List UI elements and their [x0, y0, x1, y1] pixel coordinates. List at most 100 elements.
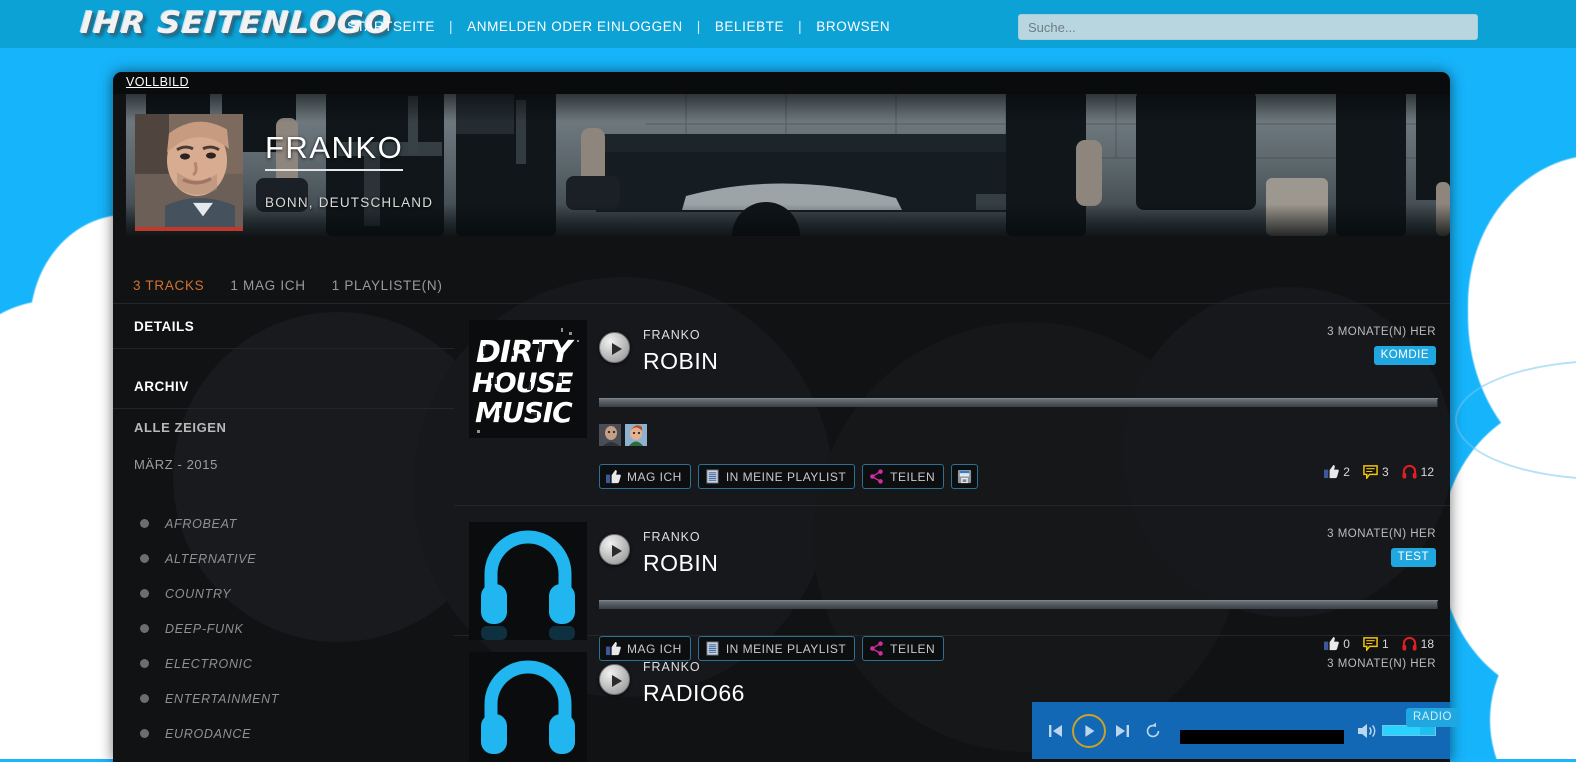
track-genre-badge[interactable]: TEST: [1390, 548, 1436, 567]
play-pause-button[interactable]: [1072, 713, 1106, 748]
save-button[interactable]: [951, 464, 979, 489]
track-artwork[interactable]: DIRTY HOUSE MUSIC: [469, 320, 587, 438]
stat-plays: 12: [1402, 464, 1434, 479]
sidebar-section-details[interactable]: DETAILS: [113, 304, 454, 349]
main-navigation: STARTSEITE | ANMELDEN ODER EINLOGGEN | B…: [347, 19, 890, 34]
genre-label: AFROBEAT: [165, 516, 238, 531]
page-title: FRANKO: [265, 130, 404, 171]
fullscreen-bar: VOLLBILD: [113, 72, 1450, 94]
track-title[interactable]: ROBIN: [643, 348, 718, 375]
sidebar-section-archiv[interactable]: ARCHIV: [113, 364, 454, 409]
track-timestamp: 3 MONATE(N) HER: [1327, 528, 1436, 540]
track-stats: 2 3 12: [1324, 464, 1434, 479]
tab-likes[interactable]: 1 MAG ICH: [230, 278, 305, 293]
fullscreen-link[interactable]: VOLLBILD: [126, 75, 189, 89]
playback-progress-bar[interactable]: [1180, 729, 1344, 744]
listener-avatar-graphic: [625, 424, 647, 446]
track-row: FRANKO ROBIN 3 MONATE(N) HER TEST MAG IC…: [454, 506, 1450, 661]
track-genre-badge[interactable]: KOMDIE: [1373, 346, 1436, 365]
playlist-label: IN MEINE PLAYLIST: [725, 469, 847, 484]
bullet-icon: [140, 694, 149, 703]
sidebar-item-month[interactable]: MÄRZ - 2015: [113, 446, 454, 482]
thumbs-up-icon: [1324, 464, 1340, 479]
share-icon: [870, 469, 883, 484]
track-actions: MAG ICH IN MEINE PLAYLIST TEILEN: [599, 464, 979, 489]
bullet-icon: [140, 659, 149, 668]
tab-playlists[interactable]: 1 PLAYLISTE(N): [332, 278, 443, 293]
track-row: DIRTY HOUSE MUSIC FRANKO ROBIN 3 MONATE(…: [454, 304, 1450, 506]
track-artist: FRANKO: [643, 530, 701, 544]
play-button[interactable]: [599, 664, 630, 695]
headphones-artwork: [469, 652, 587, 762]
volume-level: [1383, 726, 1421, 735]
genre-label: EURODANCE: [165, 726, 252, 741]
waveform-end: [1437, 399, 1438, 407]
track-artwork[interactable]: [469, 652, 587, 762]
track-timestamp: 3 MONATE(N) HER: [1327, 326, 1436, 338]
listener-avatar[interactable]: [599, 424, 621, 446]
skip-previous-button[interactable]: [1046, 718, 1066, 744]
genre-item-entertainment[interactable]: ENTERTAINMENT: [113, 681, 454, 716]
genre-label: DEEP-FUNK: [165, 621, 244, 636]
bullet-icon: [140, 554, 149, 563]
bullet-icon: [140, 624, 149, 633]
headphones-icon: [1402, 464, 1417, 479]
comments-count: 3: [1381, 464, 1389, 479]
genre-item-deep-funk[interactable]: DEEP-FUNK: [113, 611, 454, 646]
dirty-house-music-artwork: DIRTY HOUSE MUSIC: [469, 320, 587, 438]
skip-previous-icon: [1049, 724, 1062, 737]
repeat-icon: [1146, 721, 1160, 737]
waveform-seekbar[interactable]: [599, 600, 1438, 609]
avatar[interactable]: [135, 114, 243, 231]
listener-avatars: [599, 424, 647, 446]
genre-item-eurodance[interactable]: EURODANCE: [113, 716, 454, 751]
genre-label: ENTERTAINMENT: [165, 691, 280, 706]
volume-icon[interactable]: [1356, 722, 1378, 740]
genre-list: AFROBEAT ALTERNATIVE COUNTRY DEEP-FUNK E…: [113, 506, 454, 751]
avatar-graphic: [135, 114, 243, 227]
nav-link-startseite[interactable]: STARTSEITE: [347, 19, 435, 34]
share-button[interactable]: TEILEN: [862, 464, 945, 489]
repeat-button[interactable]: [1142, 720, 1164, 742]
profile-tabs: 3 TRACKS 1 MAG ICH 1 PLAYLISTE(N): [113, 268, 1450, 304]
waveform-end: [1437, 601, 1438, 609]
sidebar-item-show-all[interactable]: ALLE ZEIGEN: [113, 409, 454, 446]
add-to-playlist-button[interactable]: IN MEINE PLAYLIST: [697, 464, 856, 489]
svg-text:DIRTY: DIRTY: [476, 335, 575, 370]
headphones-artwork: [469, 522, 587, 640]
profile-location: BONN, DEUTSCHLAND: [265, 195, 434, 210]
sidebar: DETAILS ARCHIV ALLE ZEIGEN MÄRZ - 2015 A…: [113, 304, 454, 762]
skip-next-button[interactable]: [1112, 718, 1132, 744]
like-button[interactable]: MAG ICH: [599, 464, 691, 489]
svg-text:HOUSE: HOUSE: [472, 368, 574, 399]
track-artwork[interactable]: [469, 522, 587, 640]
nav-separator: |: [449, 19, 454, 34]
bullet-icon: [140, 519, 149, 528]
nav-link-beliebte[interactable]: BELIEBTE: [715, 19, 784, 34]
search-input[interactable]: [1018, 14, 1478, 40]
play-button[interactable]: [599, 534, 630, 565]
genre-item-afrobeat[interactable]: AFROBEAT: [113, 506, 454, 541]
genre-item-alternative[interactable]: ALTERNATIVE: [113, 541, 454, 576]
tab-tracks[interactable]: 3 TRACKS: [133, 278, 204, 293]
media-player-bar: RADIO: [1032, 702, 1459, 759]
site-header: IHR SEITENLOGO STARTSEITE | ANMELDEN ODE…: [0, 0, 1576, 48]
track-title[interactable]: ROBIN: [643, 550, 718, 577]
playlist-icon: [706, 469, 719, 484]
comment-icon: [1363, 465, 1378, 479]
play-button[interactable]: [599, 332, 630, 363]
genre-label: ALTERNATIVE: [165, 551, 257, 566]
nav-link-browsen[interactable]: BROWSEN: [816, 19, 890, 34]
play-icon: [1085, 724, 1095, 737]
nav-link-anmelden[interactable]: ANMELDEN ODER EINLOGGEN: [467, 19, 683, 34]
track-title[interactable]: RADIO66: [643, 680, 745, 707]
genre-item-electronic[interactable]: ELECTRONIC: [113, 646, 454, 681]
listener-avatar[interactable]: [625, 424, 647, 446]
waveform-seekbar[interactable]: [599, 398, 1438, 407]
like-label: MAG ICH: [627, 469, 682, 484]
plays-count: 12: [1420, 464, 1434, 479]
listener-avatar-graphic: [599, 424, 621, 446]
genre-item-country[interactable]: COUNTRY: [113, 576, 454, 611]
genre-label: ELECTRONIC: [165, 656, 253, 671]
